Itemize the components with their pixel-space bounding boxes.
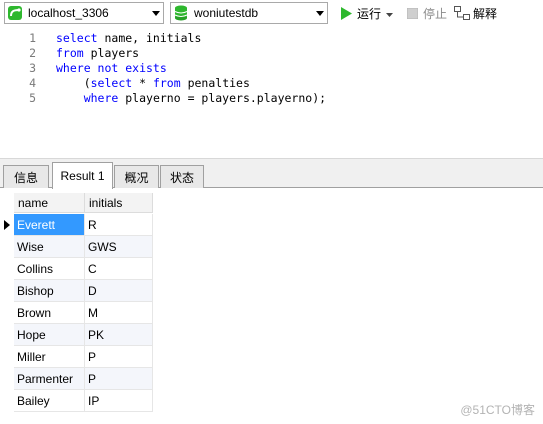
connection-name: localhost_3306 — [28, 6, 109, 20]
play-icon — [338, 5, 354, 21]
sql-text: players — [83, 46, 140, 60]
sql-keyword: select — [90, 76, 133, 90]
line-number: 2 — [29, 46, 36, 60]
sql-editor[interactable]: 1 select name, initials 2 from players 3 wher… — [0, 28, 543, 164]
cell-initials[interactable]: M — [85, 302, 153, 324]
sql-text: name, initials — [97, 31, 202, 45]
cell-name[interactable]: Bishop — [14, 280, 85, 302]
stop-icon — [404, 5, 420, 21]
cell-name[interactable]: Parmenter — [14, 368, 85, 390]
connection-icon — [5, 3, 25, 23]
sql-keyword: where — [83, 91, 119, 105]
sql-text: playerno = players.playerno); — [118, 91, 327, 105]
tab-label: 概况 — [124, 170, 149, 185]
tab-label: Result 1 — [60, 169, 105, 183]
sql-keyword: select — [56, 31, 98, 45]
run-options-button[interactable] — [386, 4, 398, 22]
cell-initials[interactable]: D — [85, 280, 153, 302]
cell-initials[interactable]: P — [85, 368, 153, 390]
database-icon — [171, 3, 191, 23]
column-header-initials[interactable]: initials — [85, 193, 153, 213]
sql-text: * — [132, 76, 153, 90]
explain-label: 解释 — [473, 6, 498, 21]
chevron-down-icon — [386, 6, 393, 20]
code-text: (select * from penalties — [56, 76, 250, 91]
tab-profile[interactable]: 概况 — [114, 165, 159, 188]
sql-keyword: from — [56, 46, 84, 60]
cell-initials[interactable]: C — [85, 258, 153, 280]
line-number: 5 — [29, 91, 36, 105]
sql-keyword: from — [152, 76, 181, 90]
current-row-indicator-icon — [4, 220, 10, 230]
watermark: @51CTO博客 — [460, 403, 535, 417]
tab-label: 信息 — [13, 170, 38, 185]
connection-select[interactable]: localhost_3306 — [4, 2, 164, 24]
run-label: 运行 — [357, 6, 382, 21]
cell-name[interactable]: Bailey — [14, 390, 85, 412]
line-number: 3 — [29, 61, 36, 75]
database-select[interactable]: woniutestdb — [170, 2, 328, 24]
explain-button[interactable]: 解释 — [454, 4, 497, 22]
sql-keyword: where not exists — [56, 61, 167, 75]
cell-initials[interactable]: PK — [85, 324, 153, 346]
code-text: select name, initials — [56, 31, 201, 46]
cell-initials[interactable]: R — [85, 214, 153, 236]
chevron-down-icon[interactable] — [313, 3, 327, 23]
column-header-label: initials — [89, 196, 123, 210]
sql-text: ( — [56, 76, 91, 90]
stop-label: 停止 — [423, 6, 448, 21]
line-number: 4 — [29, 76, 36, 90]
cell-name[interactable]: Hope — [14, 324, 85, 346]
cell-name[interactable]: Collins — [14, 258, 85, 280]
tab-result-1[interactable]: Result 1 — [52, 162, 113, 189]
code-text: where playerno = players.playerno); — [56, 91, 326, 106]
cell-name[interactable]: Wise — [14, 236, 85, 258]
cell-name[interactable]: Brown — [14, 302, 85, 324]
explain-icon — [454, 5, 470, 21]
code-text: from players — [56, 46, 139, 61]
result-grid[interactable]: name initials Everett R Wise GWS Collins C Bis… — [0, 188, 543, 424]
sql-text: penalties — [180, 76, 250, 90]
result-tabs: 信息 Result 1 概况 状态 — [0, 162, 543, 189]
query-toolbar: localhost_3306 woniutestdb 运行 停止 解释 — [0, 0, 543, 28]
line-number: 1 — [29, 31, 36, 45]
tab-label: 状态 — [169, 170, 194, 185]
tab-status[interactable]: 状态 — [160, 165, 204, 188]
cell-name[interactable]: Everett — [14, 214, 85, 236]
column-header-label: name — [18, 196, 49, 210]
database-name: woniutestdb — [194, 6, 259, 20]
cell-initials[interactable]: P — [85, 346, 153, 368]
cell-initials[interactable]: IP — [85, 390, 153, 412]
stop-button[interactable]: 停止 — [404, 4, 447, 22]
chevron-down-icon[interactable] — [149, 3, 163, 23]
cell-name[interactable]: Miller — [14, 346, 85, 368]
tab-info[interactable]: 信息 — [3, 165, 49, 188]
cell-initials[interactable]: GWS — [85, 236, 153, 258]
column-header-name[interactable]: name — [14, 193, 85, 213]
code-text: where not exists — [56, 61, 167, 76]
run-button[interactable]: 运行 — [338, 4, 381, 22]
